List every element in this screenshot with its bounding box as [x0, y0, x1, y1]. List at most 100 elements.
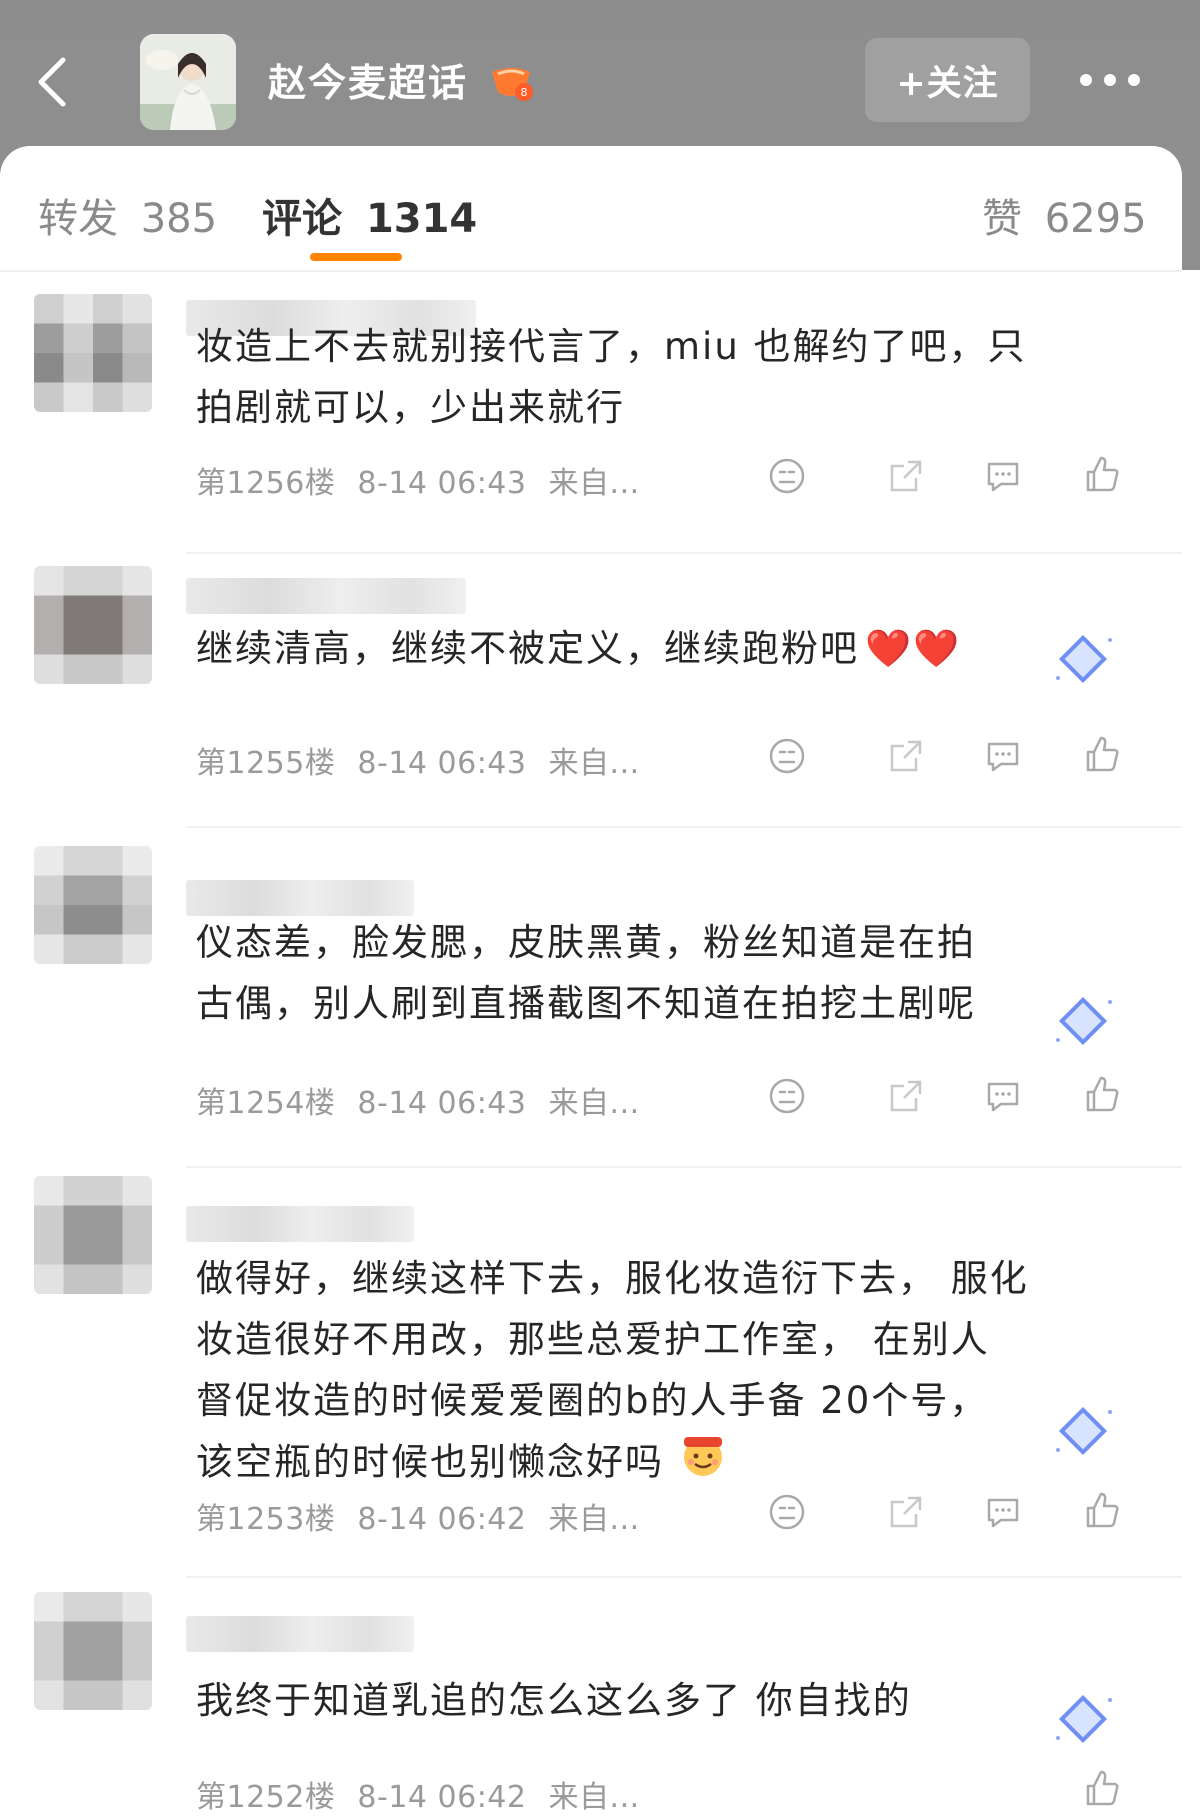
comment-text: 我终于知道乳追的怎么这么多了 你自找的 — [196, 1670, 1116, 1731]
dislike-icon[interactable] — [765, 734, 809, 778]
tab-reposts-label: 转发 — [38, 196, 118, 242]
comment-meta: 第1255楼 8-14 06:43 来自... — [196, 738, 640, 782]
comment-item: 仪态差，脸发腮，皮肤黑黄，粉丝知道是在拍 古偶，别人刷到直播截图不知道在拍挖土剧… — [0, 846, 1182, 1176]
share-icon[interactable] — [884, 454, 928, 498]
active-tab-indicator — [310, 253, 402, 261]
comment-line-text: 继续清高，继续不被定义，继续跑粉吧 — [196, 627, 859, 670]
comment-divider — [186, 1166, 1182, 1168]
comment-line: 继续清高，继续不被定义，继续跑粉吧 ❤️❤️ — [196, 618, 1116, 679]
comment-item: 做得好，继续这样下去，服化妆造衍下去， 服化 妆造很好不用改，那些总爱护工作室，… — [0, 1176, 1182, 1586]
comment-line: 做得好，继续这样下去，服化妆造衍下去， 服化 — [196, 1257, 1029, 1300]
heart-emoji: ❤️❤️ — [865, 627, 962, 670]
topic-avatar[interactable] — [140, 34, 236, 130]
comment-meta: 第1254楼 8-14 06:43 来自... — [196, 1078, 640, 1122]
comment-divider — [186, 1576, 1182, 1578]
share-icon[interactable] — [884, 1074, 928, 1118]
comment-meta: 第1253楼 8-14 06:42 来自... — [196, 1494, 640, 1538]
tab-comments[interactable]: 评论 1314 — [262, 186, 477, 244]
commenter-name[interactable] — [186, 1616, 414, 1652]
diamond-badge-icon — [1056, 634, 1112, 684]
tab-likes-label: 赞 — [982, 196, 1022, 242]
comment-source: 来自... — [548, 1502, 640, 1537]
back-button[interactable] — [22, 42, 82, 122]
comment-source: 来自... — [548, 1086, 640, 1121]
follow-button[interactable]: +关注 — [865, 38, 1030, 122]
comment-sheet: 转发 385 评论 1314 赞 6295 妆造上不去就别接代言了，miu 也解… — [0, 146, 1182, 1818]
comment-text: 妆造上不去就别接代言了，miu 也解约了吧，只 拍剧就可以，少出来就行 — [196, 316, 1116, 438]
commenter-name[interactable] — [186, 578, 466, 614]
reply-icon[interactable] — [981, 454, 1025, 498]
background-strip — [1182, 175, 1200, 270]
super-topic-badge-icon: 8 — [490, 62, 536, 102]
comment-source: 来自... — [548, 466, 640, 501]
share-icon[interactable] — [884, 734, 928, 778]
more-button[interactable] — [1070, 52, 1150, 108]
comment-time: 8-14 06:43 — [357, 1086, 527, 1121]
comment-line: 我终于知道乳追的怎么这么多了 你自找的 — [196, 1679, 912, 1722]
comment-meta: 第1256楼 8-14 06:43 来自... — [196, 458, 640, 502]
back-icon — [38, 57, 66, 107]
tab-comments-label: 评论 — [262, 196, 342, 242]
comment-floor: 第1252楼 — [196, 1780, 336, 1815]
diamond-badge-icon — [1056, 1694, 1112, 1744]
commenter-name[interactable] — [186, 1206, 414, 1242]
commenter-avatar[interactable] — [34, 1592, 152, 1710]
tab-likes[interactable]: 赞 6295 — [982, 186, 1147, 244]
comment-divider — [186, 826, 1182, 828]
comment-line: 该空瓶的时候也别懒念好吗 — [196, 1431, 1116, 1497]
face-emoji-icon — [678, 1431, 728, 1497]
comment-line: 妆造很好不用改，那些总爱护工作室， 在别人 — [196, 1318, 990, 1361]
commenter-avatar[interactable] — [34, 846, 152, 964]
comment-item: 继续清高，继续不被定义，继续跑粉吧 ❤️❤️ 第1255楼 8-14 06:43 … — [0, 566, 1182, 846]
share-icon[interactable] — [884, 1490, 928, 1534]
comment-line: 妆造上不去就别接代言了，miu 也解约了吧，只 — [196, 325, 1027, 368]
comment-line-text: 该空瓶的时候也别懒念好吗 — [196, 1440, 664, 1484]
svg-text:8: 8 — [521, 86, 528, 99]
comment-floor: 第1256楼 — [196, 466, 336, 501]
commenter-avatar[interactable] — [34, 566, 152, 684]
dislike-icon[interactable] — [765, 1074, 809, 1118]
like-icon[interactable] — [1080, 732, 1124, 776]
comment-meta: 第1252楼 8-14 06:42 来自... — [196, 1772, 640, 1816]
tab-reposts-count: 385 — [140, 196, 218, 242]
dislike-icon[interactable] — [765, 1490, 809, 1534]
more-icon — [1080, 74, 1140, 86]
like-icon[interactable] — [1080, 452, 1124, 496]
comment-floor: 第1253楼 — [196, 1502, 336, 1537]
comment-source: 来自... — [548, 1780, 640, 1815]
commenter-avatar[interactable] — [34, 294, 152, 412]
diamond-badge-icon — [1056, 996, 1112, 1046]
comment-time: 8-14 06:42 — [357, 1780, 527, 1815]
like-icon[interactable] — [1080, 1488, 1124, 1532]
comment-item: 妆造上不去就别接代言了，miu 也解约了吧，只 拍剧就可以，少出来就行 第125… — [0, 286, 1182, 556]
comment-text: 做得好，继续这样下去，服化妆造衍下去， 服化 妆造很好不用改，那些总爱护工作室，… — [196, 1248, 1116, 1497]
comment-line: 督促妆造的时候爱爱圈的b的人手备 20个号， — [196, 1379, 989, 1422]
avatar-image — [140, 34, 236, 130]
reply-icon[interactable] — [981, 734, 1025, 778]
page-title: 赵今麦超话 — [268, 61, 469, 105]
diamond-badge-icon — [1056, 1406, 1112, 1456]
comment-text: 仪态差，脸发腮，皮肤黑黄，粉丝知道是在拍 古偶，别人刷到直播截图不知道在拍挖土剧… — [196, 912, 1116, 1034]
dislike-icon[interactable] — [765, 454, 809, 498]
comment-line: 拍剧就可以，少出来就行 — [196, 386, 625, 429]
like-icon[interactable] — [1080, 1766, 1124, 1810]
reply-icon[interactable] — [981, 1490, 1025, 1534]
commenter-avatar[interactable] — [34, 1176, 152, 1294]
comment-time: 8-14 06:42 — [357, 1502, 527, 1537]
comment-floor: 第1254楼 — [196, 1086, 336, 1121]
comment-floor: 第1255楼 — [196, 746, 336, 781]
tab-divider — [0, 270, 1182, 272]
comment-item: 我终于知道乳追的怎么这么多了 你自找的 第1252楼 8-14 06:42 来自… — [0, 1586, 1182, 1818]
tab-comments-count: 1314 — [365, 196, 478, 242]
comment-line: 仪态差，脸发腮，皮肤黑黄，粉丝知道是在拍 — [196, 921, 976, 964]
tab-likes-count: 6295 — [1044, 196, 1147, 242]
comment-divider — [186, 552, 1182, 554]
tab-reposts[interactable]: 转发 385 — [38, 186, 217, 244]
comment-source: 来自... — [548, 746, 640, 781]
comment-line: 古偶，别人刷到直播截图不知道在拍挖土剧呢 — [196, 982, 976, 1025]
like-icon[interactable] — [1080, 1072, 1124, 1116]
comment-text: 继续清高，继续不被定义，继续跑粉吧 ❤️❤️ — [196, 618, 1116, 679]
commenter-name[interactable] — [186, 880, 414, 916]
comment-time: 8-14 06:43 — [357, 466, 527, 501]
reply-icon[interactable] — [981, 1074, 1025, 1118]
